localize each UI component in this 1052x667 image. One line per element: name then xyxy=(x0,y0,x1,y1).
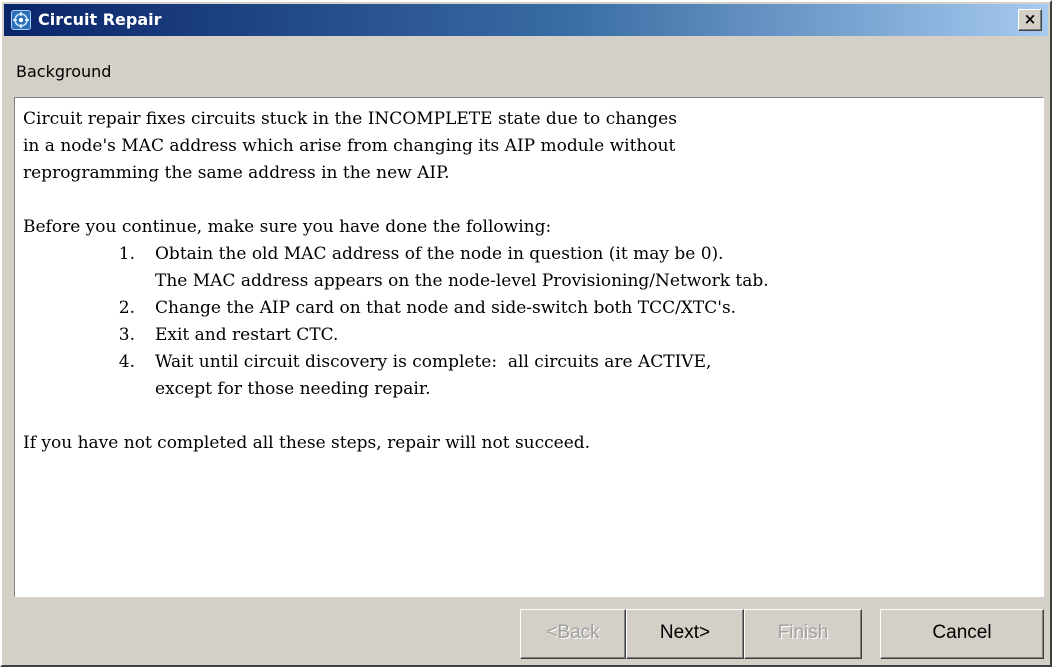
steps-list: 1. Obtain the old MAC address of the node… xyxy=(23,241,1033,403)
back-button[interactable]: <Back xyxy=(520,609,626,659)
step-number: 2. xyxy=(118,298,135,318)
intro-line: Circuit repair fixes circuits stuck in t… xyxy=(23,109,677,129)
step-text: except for those needing repair. xyxy=(155,379,431,399)
step-number: 3. xyxy=(118,325,135,345)
list-item: 4. Wait until circuit discovery is comple… xyxy=(23,349,1033,376)
window-title: Circuit Repair xyxy=(38,10,162,29)
step-number: 1. xyxy=(118,244,135,264)
list-item: 2. Change the AIP card on that node and s… xyxy=(23,295,1033,322)
finish-button[interactable]: Finish xyxy=(744,609,862,659)
circuit-repair-dialog: Circuit Repair × Background Circuit repa… xyxy=(0,0,1052,667)
close-button[interactable]: × xyxy=(1018,9,1042,31)
step-text: Exit and restart CTC. xyxy=(155,325,339,345)
step-text: The MAC address appears on the node-leve… xyxy=(155,271,769,291)
list-item: 1. Obtain the old MAC address of the node… xyxy=(23,241,1033,268)
next-button[interactable]: Next> xyxy=(626,609,744,659)
warning-text: If you have not completed all these step… xyxy=(23,433,591,453)
info-text: Circuit repair fixes circuits stuck in t… xyxy=(23,106,1033,457)
step-number: 4. xyxy=(118,352,135,372)
list-item-continuation: except for those needing repair. xyxy=(23,376,1033,403)
cancel-button[interactable]: Cancel xyxy=(880,609,1044,659)
list-item: 3. Exit and restart CTC. xyxy=(23,322,1033,349)
step-text: Wait until circuit discovery is complete… xyxy=(155,352,712,372)
title-bar[interactable]: Circuit Repair × xyxy=(4,4,1048,36)
step-text: Change the AIP card on that node and sid… xyxy=(155,298,737,318)
lead-in-text: Before you continue, make sure you have … xyxy=(23,217,552,237)
circuit-repair-icon xyxy=(11,10,31,30)
close-icon: × xyxy=(1023,10,1037,28)
intro-line: in a node's MAC address which arise from… xyxy=(23,136,676,156)
info-panel: Circuit repair fixes circuits stuck in t… xyxy=(14,97,1044,597)
section-label: Background xyxy=(16,62,112,81)
step-text: Obtain the old MAC address of the node i… xyxy=(155,244,724,264)
list-item-continuation: The MAC address appears on the node-leve… xyxy=(23,268,1033,295)
intro-line: reprogramming the same address in the ne… xyxy=(23,163,450,183)
